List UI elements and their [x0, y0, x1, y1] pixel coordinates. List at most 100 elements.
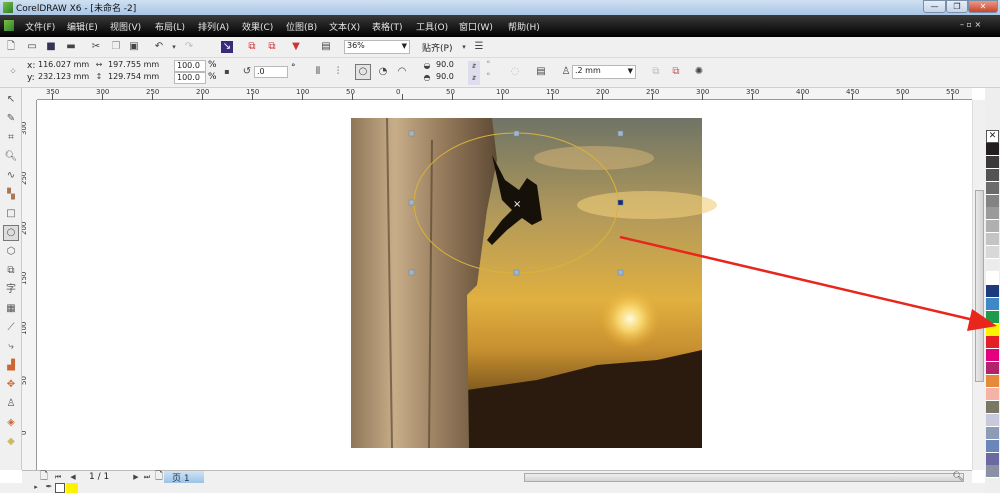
color-swatch[interactable] [986, 426, 999, 440]
angle-spinner-icon[interactable]: ⇵ [468, 61, 480, 73]
arc-mode-icon[interactable]: ◠ [396, 66, 408, 78]
menu-edit[interactable]: 编辑(E) [67, 20, 98, 33]
to-front-icon[interactable]: ⧉ [650, 66, 662, 78]
fill-tool-icon[interactable]: ◈ [3, 415, 19, 431]
horizontal-ruler[interactable]: 350 300 250 200 150 100 50 0 50 100 150 200 250 300 35… [37, 88, 972, 100]
rectangle-tool-icon[interactable]: □ [3, 206, 19, 222]
interactive-effects-tool-icon[interactable]: ▟ [3, 358, 19, 374]
redo-icon[interactable]: ↷ [183, 41, 195, 53]
color-swatch[interactable] [986, 362, 999, 376]
copy-icon[interactable]: ❐ [110, 41, 122, 53]
outline-width-select[interactable]: .2 mm ▼ [572, 65, 636, 79]
ellipse-tool-icon[interactable]: ○ [3, 225, 19, 241]
expand-status-icon[interactable]: ▸ [30, 481, 42, 493]
drawing-canvas[interactable]: × [37, 100, 972, 470]
menu-window[interactable]: 窗口(W) [459, 20, 493, 33]
color-swatch[interactable] [986, 413, 999, 427]
zoom-level-select[interactable]: 36% ▼ [344, 40, 410, 54]
export-icon[interactable]: ⧉ [246, 41, 258, 53]
lock-ratio-icon[interactable]: ▪ [221, 66, 233, 78]
menu-effects[interactable]: 效果(C) [242, 20, 273, 33]
undo-dropdown-icon[interactable]: ▾ [168, 41, 180, 53]
snap-to-button[interactable]: 贴齐(P) [422, 41, 452, 54]
ellipse-mode-icon[interactable]: ○ [355, 64, 371, 80]
scale-x-field[interactable]: 100.0 [174, 60, 206, 72]
pick-tool-icon[interactable]: ↖ [3, 92, 19, 108]
application-launcher-icon[interactable]: ▼ [290, 41, 302, 53]
color-swatch[interactable] [986, 271, 999, 285]
import-icon[interactable]: ↘ [221, 41, 233, 53]
menu-file[interactable]: 文件(F) [25, 20, 55, 33]
menu-tools[interactable]: 工具(O) [416, 20, 448, 33]
color-swatch[interactable] [986, 168, 999, 182]
color-swatch[interactable] [986, 349, 999, 363]
color-swatch[interactable] [986, 375, 999, 389]
convert-to-curves-icon[interactable]: ✺ [693, 66, 705, 78]
color-swatch[interactable] [986, 400, 999, 414]
interactive-fill-tool-icon[interactable]: ◆ [3, 434, 19, 450]
polygon-tool-icon[interactable]: ⬡ [3, 244, 19, 260]
save-icon[interactable]: ■ [45, 41, 57, 53]
end-angle-field[interactable]: 90.0 [434, 72, 466, 84]
menu-text[interactable]: 文本(X) [329, 20, 360, 33]
wrap-text-icon[interactable]: ▤ [535, 66, 547, 78]
menu-arrange[interactable]: 排列(A) [198, 20, 229, 33]
zoom-navigator-icon[interactable]: 🔍︎ [952, 471, 964, 483]
vertical-ruler[interactable]: 300 250 200 150 100 50 0 [20, 100, 37, 470]
mirror-vertical-icon[interactable]: ⫶ [332, 66, 344, 78]
undo-icon[interactable]: ↶ [153, 41, 165, 53]
height-field[interactable]: 129.754 mm [106, 72, 162, 84]
color-swatch[interactable] [986, 465, 999, 479]
smart-fill-tool-icon[interactable]: ▚ [3, 187, 19, 203]
width-field[interactable]: 197.755 mm [106, 60, 162, 72]
color-swatch[interactable] [986, 155, 999, 169]
color-swatch[interactable] [986, 310, 999, 324]
previous-page-icon[interactable]: ◀ [67, 471, 79, 483]
scrollbar-thumb[interactable] [975, 190, 984, 382]
color-swatch[interactable] [986, 181, 999, 195]
new-document-icon[interactable]: 🗋 [5, 41, 17, 53]
ruler-origin[interactable] [22, 88, 37, 100]
last-page-icon[interactable]: ⏭ [141, 471, 153, 483]
basic-shapes-tool-icon[interactable]: ⧉ [3, 263, 19, 279]
pie-mode-icon[interactable]: ◔ [377, 66, 389, 78]
color-swatch[interactable] [986, 297, 999, 311]
color-swatch[interactable] [986, 323, 999, 337]
options-icon[interactable]: ☰ [473, 41, 485, 53]
climber-photo[interactable] [351, 117, 717, 449]
cut-icon[interactable]: ✂ [90, 41, 102, 53]
table-tool-icon[interactable]: ▦ [3, 301, 19, 317]
freehand-tool-icon[interactable]: ∿ [3, 168, 19, 184]
color-swatch[interactable] [986, 439, 999, 453]
menu-layout[interactable]: 布局(L) [155, 20, 185, 33]
text-tool-icon[interactable]: 字 [3, 282, 19, 298]
color-swatch[interactable] [986, 388, 999, 401]
dimension-tool-icon[interactable]: ⟋ [3, 320, 19, 336]
menu-help[interactable]: 帮助(H) [508, 20, 540, 33]
welcome-screen-icon[interactable]: ▤ [320, 41, 332, 53]
print-icon[interactable]: ▬ [65, 41, 77, 53]
page-tab[interactable]: 页 1 [164, 471, 204, 484]
direction-icon[interactable]: ◌ [509, 66, 521, 78]
mirror-horizontal-icon[interactable]: ⫴ [312, 66, 324, 78]
connector-tool-icon[interactable]: ⤷ [3, 339, 19, 355]
snap-dropdown-icon[interactable]: ▾ [458, 41, 470, 53]
minimize-button[interactable]: — [923, 0, 946, 13]
color-swatch[interactable] [986, 452, 999, 466]
color-swatch[interactable] [986, 284, 999, 298]
shape-tool-icon[interactable]: ✎ [3, 111, 19, 127]
rotation-field[interactable]: .0 [254, 66, 288, 78]
zoom-tool-icon[interactable]: 🔍︎ [3, 149, 19, 165]
menu-bitmaps[interactable]: 位图(B) [286, 20, 317, 33]
publish-pdf-icon[interactable]: ⧉ [266, 41, 278, 53]
outline-tool-icon[interactable]: ♙ [3, 396, 19, 412]
doc-window-controls[interactable]: – ▫ × [960, 20, 981, 29]
color-swatch[interactable] [986, 233, 999, 247]
color-swatch[interactable] [986, 246, 999, 260]
object-origin-icon[interactable]: ⁘ [7, 66, 19, 78]
to-back-icon[interactable]: ⧉ [670, 66, 682, 78]
menu-table[interactable]: 表格(T) [372, 20, 403, 33]
paste-icon[interactable]: ▣ [128, 41, 140, 53]
y-position-field[interactable]: 232.123 mm [36, 72, 90, 84]
horizontal-scrollbar[interactable] [524, 473, 964, 482]
